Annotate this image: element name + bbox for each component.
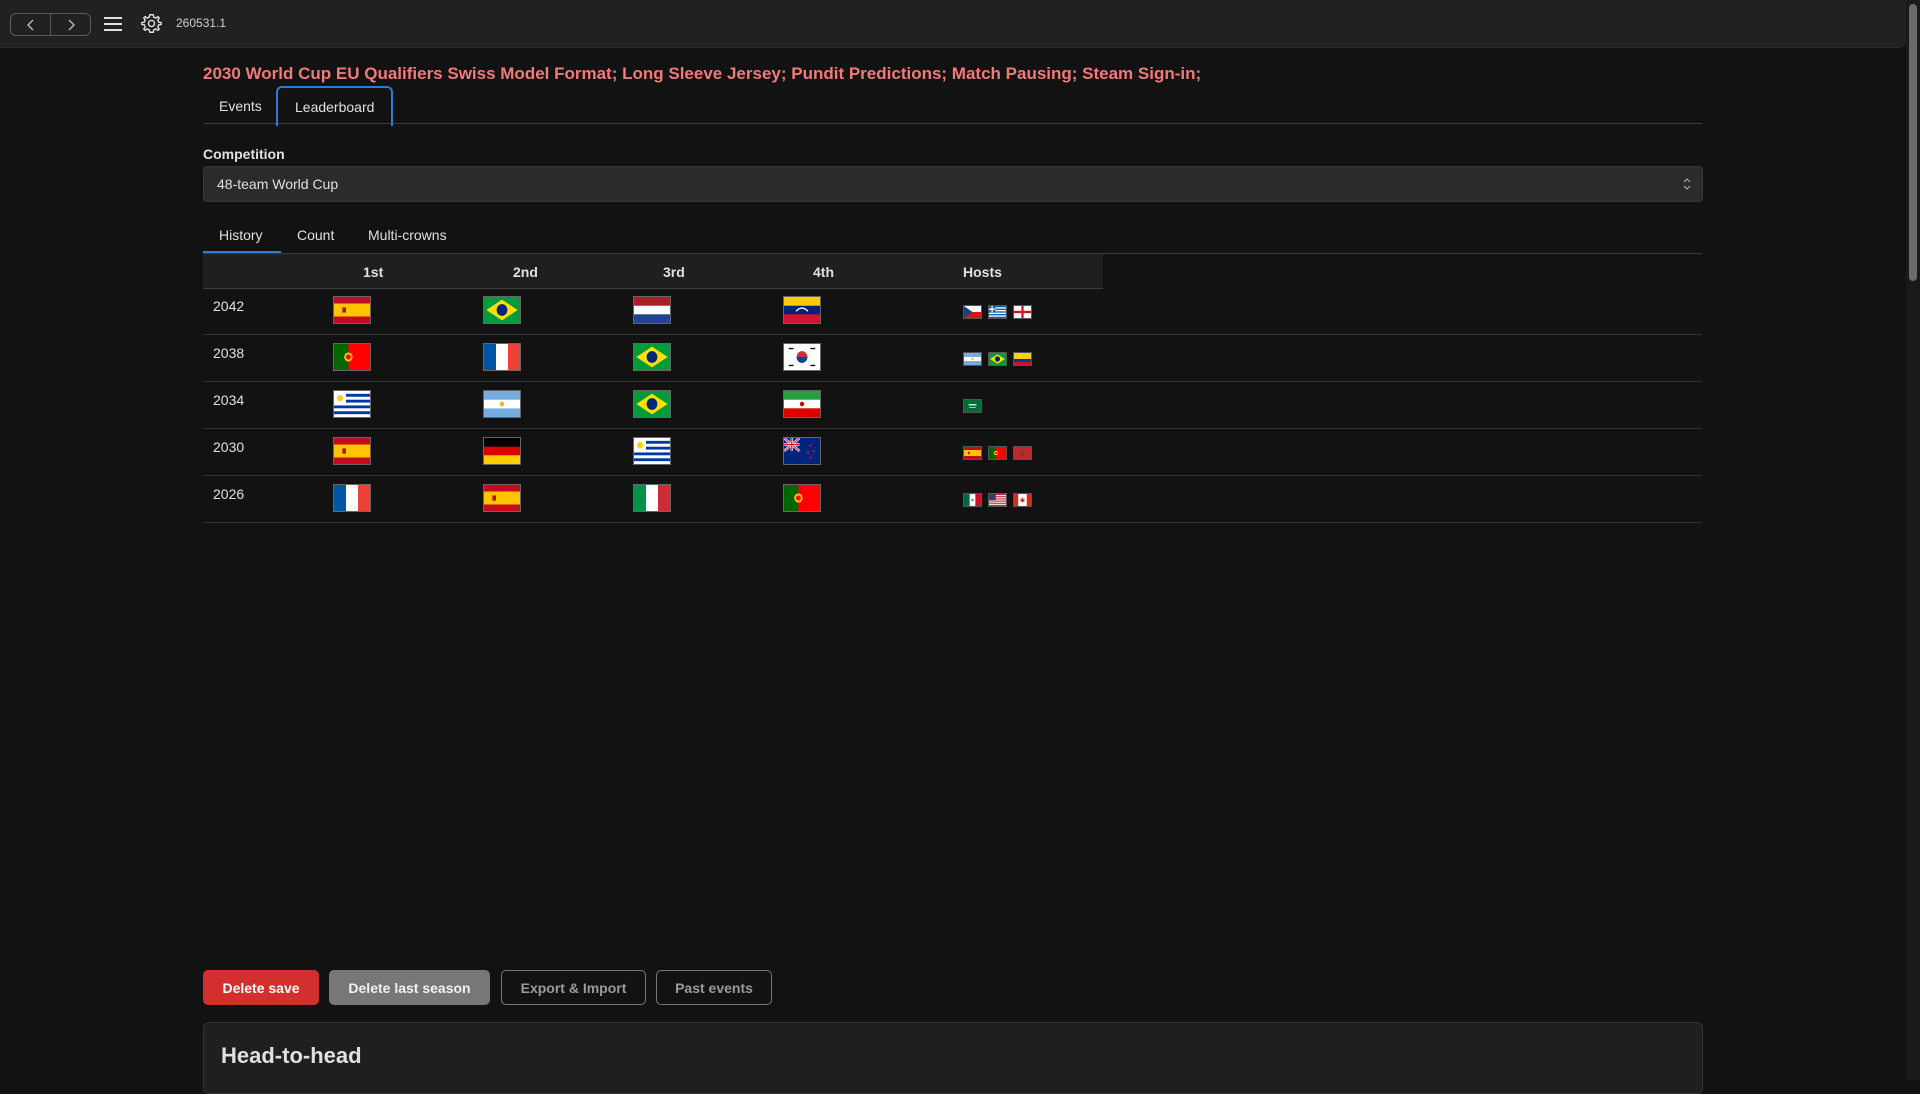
flag-portugal-icon (333, 343, 371, 371)
flag-argentina-icon (483, 390, 521, 418)
flag-france-icon (483, 343, 521, 371)
competition-label: Competition (203, 146, 285, 162)
leaderboard-subtabs: History Count Multi-crowns (203, 221, 1702, 254)
hamburger-menu-icon[interactable] (103, 14, 123, 34)
flag-portugal-icon (783, 484, 821, 512)
tab-leaderboard[interactable]: Leaderboard (276, 86, 394, 126)
row-year: 2026 (213, 486, 245, 502)
scrollbar-thumb[interactable] (1909, 4, 1917, 281)
chevron-right-icon (68, 19, 75, 30)
top-bar: 260531.1 (0, 0, 1906, 48)
flag-uruguay-icon (333, 390, 371, 418)
flag-brazil-icon (483, 296, 521, 324)
host-flag-portugal-icon (988, 446, 1007, 460)
row-year: 2042 (213, 298, 245, 314)
tab-multi-crowns[interactable]: Multi-crowns (368, 227, 447, 243)
flag-venezuela-icon (783, 296, 821, 324)
row-year: 2034 (213, 392, 245, 408)
flag-new-zealand-icon (783, 437, 821, 465)
tab-count[interactable]: Count (297, 227, 334, 243)
host-flag-england-icon (1013, 305, 1032, 319)
host-flag-mexico-icon (963, 493, 982, 507)
forward-button[interactable] (50, 14, 90, 35)
header-2nd: 2nd (513, 264, 538, 280)
active-tab-indicator (203, 251, 281, 253)
main-tabs: Events Leaderboard (203, 86, 1702, 126)
flag-spain-icon (483, 484, 521, 512)
flag-iran-icon (783, 390, 821, 418)
flag-brazil-icon (633, 390, 671, 418)
flag-netherlands-icon (633, 296, 671, 324)
host-flag-usa-icon (988, 493, 1007, 507)
host-flag-canada-icon (1013, 493, 1032, 507)
version-label: 260531.1 (176, 16, 227, 30)
table-row: 2038 (203, 335, 1702, 382)
flag-uruguay-icon (633, 437, 671, 465)
header-1st: 1st (363, 264, 384, 280)
host-flag-czechia-icon (963, 305, 982, 319)
vertical-scrollbar[interactable] (1906, 0, 1920, 1080)
table-row: 2026 (203, 476, 1702, 523)
select-updown-icon (1683, 178, 1691, 190)
delete-last-season-button[interactable]: Delete last season (329, 970, 490, 1005)
competition-selected-value: 48-team World Cup (217, 176, 339, 192)
flag-south-korea-icon (783, 343, 821, 371)
host-flag-saudi-arabia-icon (963, 399, 982, 413)
table-row: 2034 (203, 382, 1702, 429)
head-to-head-title: Head-to-head (221, 1043, 362, 1068)
host-flag-greece-icon (988, 305, 1007, 319)
gear-icon[interactable] (141, 13, 162, 34)
back-button[interactable] (11, 14, 50, 35)
header-4th: 4th (813, 264, 834, 280)
host-flag-argentina-icon (963, 352, 982, 366)
flag-france-icon (333, 484, 371, 512)
head-to-head-panel: Head-to-head (203, 1022, 1703, 1094)
past-events-button[interactable]: Past events (656, 970, 772, 1005)
competition-select[interactable]: 48-team World Cup (203, 166, 1703, 202)
flag-brazil-icon (633, 343, 671, 371)
flag-germany-icon (483, 437, 521, 465)
tab-events[interactable]: Events (219, 88, 262, 124)
table-row: 2030 (203, 429, 1702, 476)
nav-buttons (10, 13, 91, 36)
delete-save-button[interactable]: Delete save (203, 970, 319, 1005)
host-flag-brazil-icon (988, 352, 1007, 366)
flag-spain-icon (333, 437, 371, 465)
page-title: 2030 World Cup EU Qualifiers Swiss Model… (203, 64, 1202, 83)
export-import-button[interactable]: Export & Import (501, 970, 646, 1005)
tab-history[interactable]: History (219, 227, 263, 243)
header-hosts: Hosts (963, 264, 1002, 280)
host-flag-spain-icon (963, 446, 982, 460)
table-header: 1st 2nd 3rd 4th Hosts (203, 254, 1103, 289)
host-flag-morocco-icon (1013, 446, 1032, 460)
row-year: 2038 (213, 345, 245, 361)
host-flag-colombia-icon (1013, 352, 1032, 366)
header-3rd: 3rd (663, 264, 685, 280)
flag-italy-icon (633, 484, 671, 512)
chevron-left-icon (26, 19, 33, 30)
flag-spain-icon (333, 296, 371, 324)
table-row: 2042 (203, 288, 1702, 335)
row-year: 2030 (213, 439, 245, 455)
